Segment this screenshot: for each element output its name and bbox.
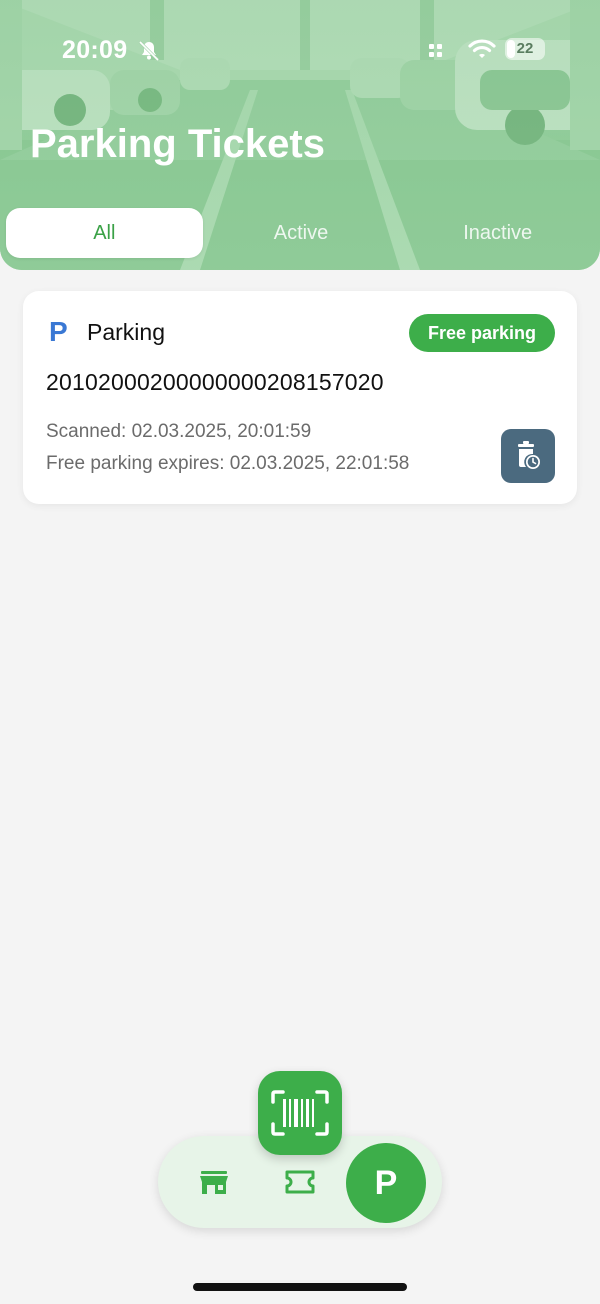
tab-inactive[interactable]: Inactive [399,208,596,258]
barcode-scan-icon [271,1090,329,1136]
tab-all[interactable]: All [6,208,203,258]
battery-percent: 22 [516,40,534,57]
header: 20:09 22 Parking Tickets All Active Inac… [0,0,600,270]
filter-tabs: All Active Inactive [4,208,596,262]
shop-icon[interactable] [198,1166,230,1198]
scanned-time: Scanned: 02.03.2025, 20:01:59 [46,421,312,442]
status-time: 20:09 [62,36,128,64]
free-parking-expiry: Free parking expires: 02.03.2025, 22:01:… [46,453,410,474]
parking-icon: P [49,316,68,347]
cellular-signal-icon [429,44,442,57]
ticket-card[interactable]: P Parking Free parking 20102000200000000… [23,291,577,504]
ticket-icon[interactable] [283,1166,317,1198]
ticket-history-button[interactable] [501,429,555,483]
ticket-type-label: Parking [87,319,165,345]
battery-indicator: 22 [505,38,545,60]
trash-clock-icon [518,441,540,469]
bell-muted-icon [138,40,160,62]
status-badge: Free parking [409,314,555,352]
scan-barcode-button[interactable] [258,1071,342,1155]
wifi-icon [468,39,496,58]
home-indicator [193,1283,407,1291]
ticket-number: 20102000200000000208157020 [46,369,384,395]
tab-active[interactable]: Active [203,208,400,258]
status-bar: 20:09 22 [0,30,600,70]
page-title: Parking Tickets [30,122,325,166]
nav-parking-button[interactable]: P [346,1143,426,1223]
